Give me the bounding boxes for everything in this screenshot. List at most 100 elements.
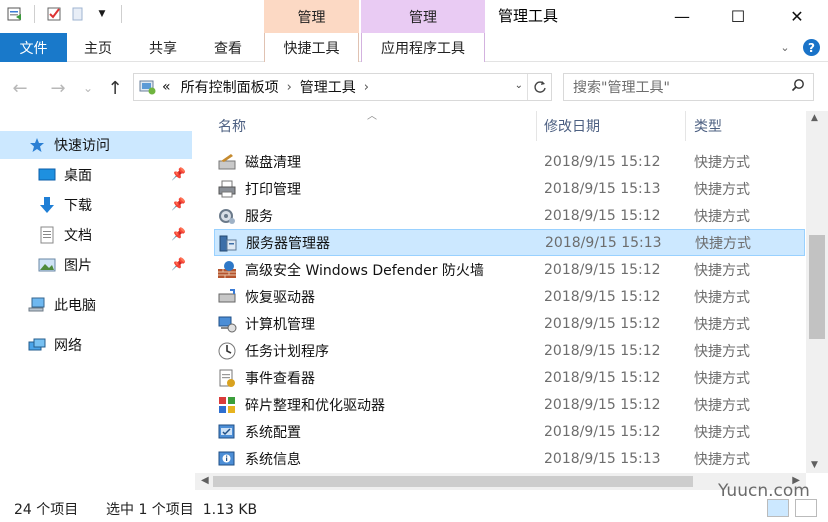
sidebar-item-documents[interactable]: 文档 📌: [0, 221, 192, 249]
pin-icon[interactable]: 📌: [171, 167, 186, 181]
scrollbar-thumb[interactable]: [213, 476, 693, 487]
navigation-bar: ← → ⌄ ↑ « 所有控制面板项 › 管理工具 › ⌄ 搜索"管理工具": [0, 63, 828, 111]
file-tab[interactable]: 文件: [0, 33, 67, 62]
forward-button[interactable]: →: [46, 76, 70, 100]
expand-ribbon-icon[interactable]: ⌄: [777, 40, 793, 56]
horizontal-scrollbar[interactable]: ◀ ▶: [195, 473, 806, 490]
breadcrumb-control-panel[interactable]: 所有控制面板项: [181, 77, 279, 97]
disk-cleanup-icon: [217, 152, 237, 172]
file-name: 服务: [245, 208, 273, 225]
services-gear-icon: [217, 206, 237, 226]
table-row[interactable]: 磁盘清理 2018/9/15 15:12 快捷方式: [214, 148, 805, 175]
file-date: 2018/9/15 15:13: [544, 450, 661, 467]
checkbox-icon[interactable]: [45, 5, 63, 23]
address-dropdown-icon[interactable]: ⌄: [515, 80, 523, 91]
sidebar-item-label: 下载: [64, 198, 92, 214]
column-divider[interactable]: [685, 111, 686, 141]
search-input[interactable]: 搜索"管理工具": [573, 77, 670, 97]
file-type: 快捷方式: [694, 154, 750, 171]
back-button[interactable]: ←: [8, 76, 32, 100]
navigation-pane: 快速访问 桌面 📌 下载 📌 文档 📌 图片 📌 此电脑 网络: [0, 111, 194, 466]
scroll-up-icon[interactable]: ▲: [811, 113, 818, 123]
table-row[interactable]: 打印管理 2018/9/15 15:13 快捷方式: [214, 175, 805, 202]
breadcrumb-overflow[interactable]: «: [162, 79, 171, 95]
breadcrumb-separator[interactable]: ›: [287, 80, 292, 95]
column-divider[interactable]: [536, 111, 537, 141]
scrollbar-thumb[interactable]: [809, 235, 825, 339]
quick-access-toolbar: ▼: [6, 5, 126, 23]
tab-view[interactable]: 查看: [214, 33, 242, 62]
file-type: 快捷方式: [694, 316, 750, 333]
details-view-button[interactable]: [767, 499, 789, 517]
table-row[interactable]: 服务器管理器 2018/9/15 15:13 快捷方式: [214, 229, 805, 256]
sidebar-item-downloads[interactable]: 下载 📌: [0, 191, 192, 219]
sidebar-item-network[interactable]: 网络: [0, 331, 192, 359]
event-viewer-icon: [217, 368, 237, 388]
tab-application-tools[interactable]: 应用程序工具: [361, 33, 485, 62]
table-row[interactable]: 任务计划程序 2018/9/15 15:12 快捷方式: [214, 337, 805, 364]
sidebar-item-label: 桌面: [64, 168, 92, 184]
table-row[interactable]: 系统信息 2018/9/15 15:13 快捷方式: [214, 445, 805, 472]
sidebar-item-quick-access[interactable]: 快速访问: [0, 131, 192, 159]
recent-locations-button[interactable]: ⌄: [76, 76, 100, 100]
table-row[interactable]: 系统配置 2018/9/15 15:12 快捷方式: [214, 418, 805, 445]
file-list: ︿ 名称 修改日期 类型 磁盘清理 2018/9/15 15:12 快捷方式 打印管理…: [195, 111, 805, 473]
firewall-icon: [217, 260, 237, 280]
pin-icon[interactable]: 📌: [171, 197, 186, 211]
table-row[interactable]: 碎片整理和优化驱动器 2018/9/15 15:12 快捷方式: [214, 391, 805, 418]
scroll-left-icon[interactable]: ◀: [201, 475, 209, 486]
file-type: 快捷方式: [694, 262, 750, 279]
up-button[interactable]: ↑: [103, 76, 127, 100]
defrag-icon: [217, 395, 237, 415]
file-name: 碎片整理和优化驱动器: [245, 397, 385, 414]
ribbon-tabs: 文件 主页 共享 查看 快捷工具 应用程序工具 ⌄ ?: [0, 33, 828, 62]
vertical-scrollbar[interactable]: ▲ ▼: [806, 111, 828, 473]
sidebar-item-pictures[interactable]: 图片 📌: [0, 251, 192, 279]
column-header-date[interactable]: 修改日期: [544, 111, 600, 141]
table-row[interactable]: 高级安全 Windows Defender 防火墙 2018/9/15 15:12…: [214, 256, 805, 283]
file-date: 2018/9/15 15:12: [544, 396, 661, 413]
toolbar-divider: [34, 5, 35, 23]
breadcrumb-admin-tools[interactable]: 管理工具: [300, 77, 356, 97]
selection-info: 选中 1 个项目 1.13 KB: [106, 502, 258, 518]
large-icons-view-button[interactable]: [795, 499, 817, 517]
close-button[interactable]: ✕: [774, 0, 820, 32]
sidebar-item-desktop[interactable]: 桌面 📌: [0, 161, 192, 189]
printer-icon: [217, 179, 237, 199]
column-header-name[interactable]: 名称: [218, 111, 246, 141]
refresh-button[interactable]: [527, 74, 551, 100]
item-count: 24 个项目: [14, 502, 79, 518]
table-row[interactable]: 服务 2018/9/15 15:12 快捷方式: [214, 202, 805, 229]
table-row[interactable]: 计算机管理 2018/9/15 15:12 快捷方式: [214, 310, 805, 337]
file-type: 快捷方式: [694, 397, 750, 414]
address-bar[interactable]: « 所有控制面板项 › 管理工具 › ⌄: [133, 73, 552, 101]
context-tab-manage-shortcut[interactable]: 管理: [264, 0, 359, 33]
file-type: 快捷方式: [695, 235, 751, 252]
column-header-type[interactable]: 类型: [694, 111, 722, 141]
properties-icon[interactable]: [6, 5, 24, 23]
maximize-button[interactable]: ☐: [715, 0, 761, 32]
pin-icon[interactable]: 📌: [171, 257, 186, 271]
tab-shortcut-tools[interactable]: 快捷工具: [264, 33, 359, 62]
breadcrumb-separator[interactable]: ›: [364, 80, 369, 95]
desktop-icon: [38, 166, 56, 184]
file-type: 快捷方式: [694, 208, 750, 225]
file-date: 2018/9/15 15:12: [544, 342, 661, 359]
new-folder-icon[interactable]: [69, 5, 87, 23]
search-box[interactable]: 搜索"管理工具": [563, 73, 814, 101]
scroll-down-icon[interactable]: ▼: [811, 460, 818, 470]
table-row[interactable]: 恢复驱动器 2018/9/15 15:12 快捷方式: [214, 283, 805, 310]
search-icon[interactable]: [791, 78, 805, 96]
tab-share[interactable]: 共享: [149, 33, 177, 62]
sidebar-item-this-pc[interactable]: 此电脑: [0, 291, 192, 319]
file-name: 恢复驱动器: [245, 289, 315, 306]
customize-toolbar-icon[interactable]: ▼: [93, 5, 111, 23]
pin-icon[interactable]: 📌: [171, 227, 186, 241]
minimize-button[interactable]: —: [659, 0, 705, 32]
context-tab-manage-app[interactable]: 管理: [361, 0, 485, 33]
tab-home[interactable]: 主页: [84, 33, 112, 62]
help-icon[interactable]: ?: [803, 39, 820, 56]
file-date: 2018/9/15 15:12: [544, 207, 661, 224]
table-row[interactable]: 事件查看器 2018/9/15 15:12 快捷方式: [214, 364, 805, 391]
file-date: 2018/9/15 15:12: [544, 423, 661, 440]
